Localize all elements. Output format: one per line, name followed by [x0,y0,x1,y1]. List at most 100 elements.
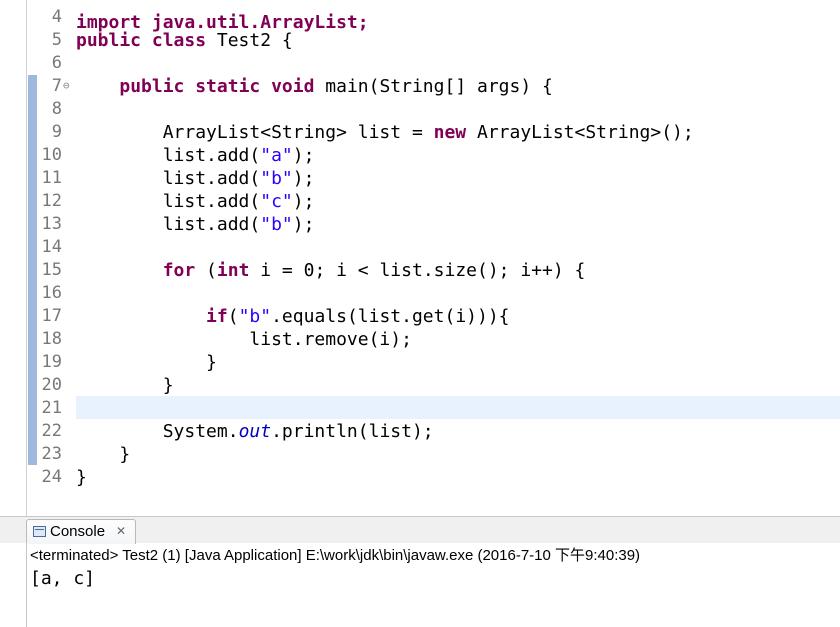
code-text: } [76,374,174,397]
console-view: Console ✕ <terminated> Test2 (1) [Java A… [0,516,840,627]
code-line: 20 } [0,374,840,397]
keyword-token: int [216,260,250,281]
line-number: 9 [51,122,62,142]
code-line: 13 list.add("b"); [0,213,840,236]
code-token: ArrayList<String> list = [76,122,434,143]
code-token: } [76,375,174,396]
code-line: 6 [0,52,840,75]
code-line: 19 } [0,351,840,374]
line-number: 24 [41,467,62,487]
code-token: ); [292,214,315,235]
line-number: 12 [41,191,62,211]
code-text: } [76,443,130,466]
code-line: 7 ⊖ public static void main(String[] args… [0,75,840,98]
code-token: list.add( [76,191,261,212]
line-number: 7 [51,76,62,96]
code-text: if("b".equals(list.get(i))){ [76,305,510,328]
field-token: out [238,421,272,442]
code-text: } [76,351,217,374]
code-token: list.add( [76,214,261,235]
line-number: 20 [41,375,62,395]
code-line: 18 list.remove(i); [0,328,840,351]
code-text: list.add("a"); [76,144,315,167]
code-line: 8 [0,98,840,121]
code-text: list.add("b"); [76,167,315,190]
code-text: list.remove(i); [76,328,412,351]
keyword-token: if [206,306,228,327]
line-number: 14 [41,237,62,257]
code-text: list.add("c"); [76,190,315,213]
code-token: ); [292,145,315,166]
line-number: 18 [41,329,62,349]
code-text: public class Test2 { [76,29,293,52]
console-output[interactable]: [a, c] [30,568,95,589]
keyword-token: for [162,260,196,281]
code-line: 22 System.out.println(list); [0,420,840,443]
code-token: .equals(list.get(i))){ [271,306,510,327]
code-text: for (int i = 0; i < list.size(); i++) { [76,259,586,282]
code-line: 11 list.add("b"); [0,167,840,190]
code-line: 9 ArrayList<String> list = new ArrayList… [0,121,840,144]
console-border [26,542,27,627]
code-token: Test2 { [206,30,293,51]
code-line: 15 for (int i = 0; i < list.size(); i++)… [0,259,840,282]
code-line: 4 [0,6,840,29]
line-number: 22 [41,421,62,441]
code-token: list.add( [76,145,261,166]
line-number: 10 [41,145,62,165]
line-number: 21 [41,398,62,418]
code-line: 14 [0,236,840,259]
code-token: } [76,444,131,465]
code-token: main(String[] args) { [314,76,553,97]
console-status: <terminated> Test2 (1) [Java Application… [30,547,641,564]
keyword-token: new [433,122,467,143]
line-number: 13 [41,214,62,234]
console-tab-bar: Console ✕ [0,516,840,544]
line-number: 4 [51,7,62,27]
code-token: ); [292,168,315,189]
tab-console-label: Console [50,523,106,540]
string-token: "b" [260,214,293,235]
code-token: ( [195,260,217,281]
tab-console[interactable]: Console ✕ [26,519,136,544]
fold-toggle-icon[interactable]: ⊖ [63,79,70,93]
code-token: ); [292,191,315,212]
keyword-token: public class [76,30,207,51]
code-line: 5 public class Test2 { [0,29,840,52]
code-editor[interactable]: import java.util.ArrayList; 4 5 public cla… [0,0,840,516]
code-token: System. [76,421,239,442]
code-text: System.out.println(list); [76,420,434,443]
line-number: 15 [41,260,62,280]
string-token: "b" [260,168,293,189]
line-number: 17 [41,306,62,326]
code-line: 12 list.add("c"); [0,190,840,213]
code-text: list.add("b"); [76,213,315,236]
code-token: i = 0; i < list.size(); i++) { [249,260,586,281]
code-token: list.remove(i); [76,329,412,350]
line-number: 19 [41,352,62,372]
string-token: "a" [260,145,293,166]
code-line: 24} [0,466,840,489]
line-number: 23 [41,444,62,464]
code-text: public static void main(String[] args) { [76,75,553,98]
console-icon [33,526,46,537]
code-line: 17 if("b".equals(list.get(i))){ [0,305,840,328]
line-number: 6 [51,53,62,73]
code-token: ArrayList<String>(); [466,122,694,143]
code-line: 10 list.add("a"); [0,144,840,167]
code-text: ArrayList<String> list = new ArrayList<S… [76,121,694,144]
code-line: 23 } [0,443,840,466]
code-token: } [76,467,87,488]
code-token: } [76,352,217,373]
line-number: 8 [51,99,62,119]
line-number: 11 [41,168,62,188]
keyword-token: public static void [119,76,315,97]
string-token: "c" [260,191,293,212]
code-token: ( [227,306,239,327]
string-token: "b" [238,306,272,327]
close-icon[interactable]: ✕ [116,520,126,543]
code-line: 21 [0,397,840,420]
line-number: 5 [51,30,62,50]
